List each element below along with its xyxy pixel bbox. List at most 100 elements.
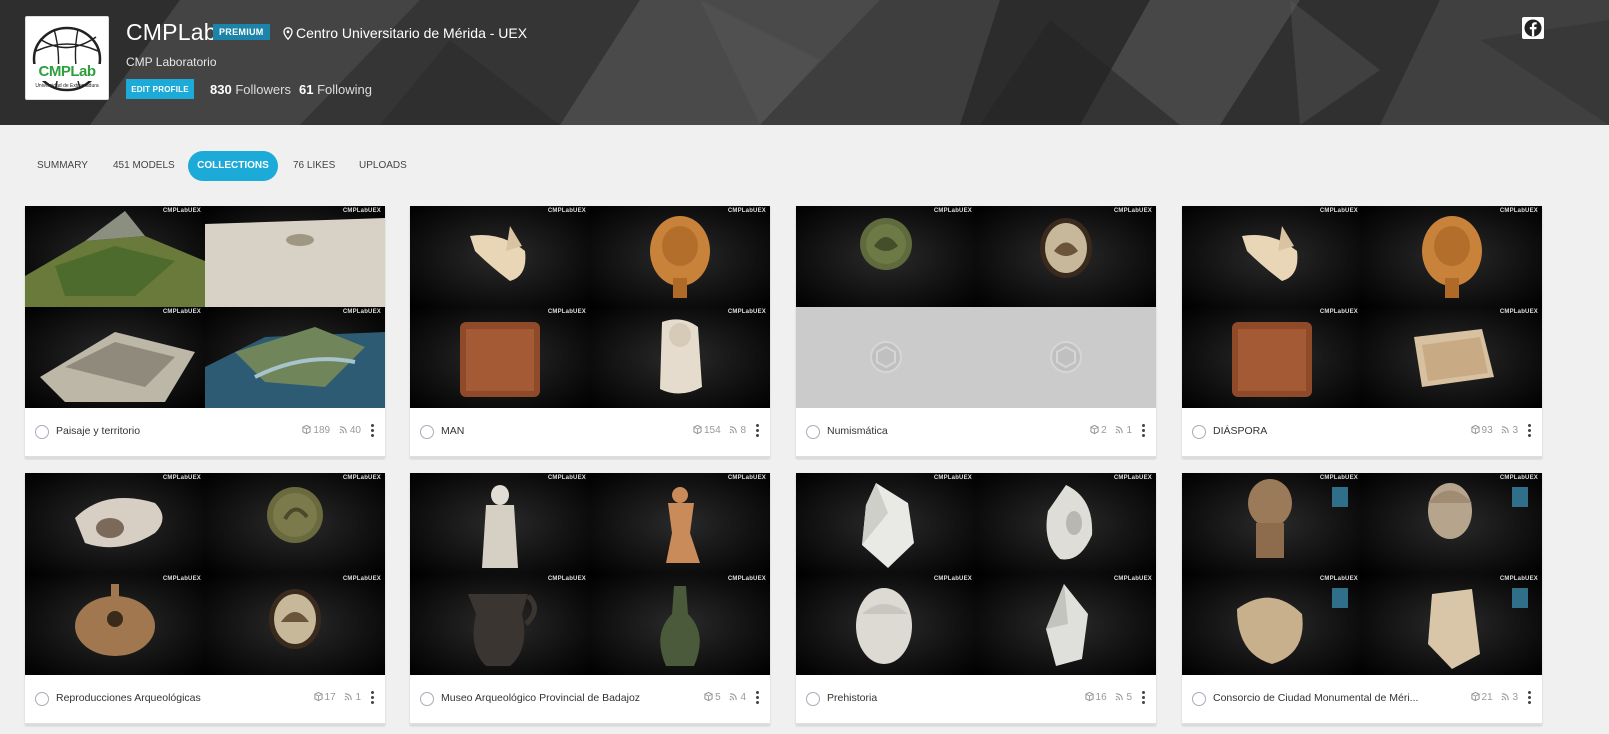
collection-card[interactable]: CMPLabUEX CMPLabUEX CMPLabUEX CMPLabUEX …	[410, 206, 770, 458]
model-thumbnail[interactable]: CMPLabUEX	[1182, 574, 1362, 675]
collection-thumbnails[interactable]: CMPLabUEX CMPLabUEX CMPLabUEX CMPLabUEX	[410, 206, 770, 408]
model-thumbnail[interactable]: CMPLabUEX	[1362, 473, 1542, 574]
tab-uploads[interactable]: UPLOADS	[359, 151, 407, 181]
model-thumbnail[interactable]: CMPLabUEX	[1182, 473, 1362, 574]
watermark-text: CMPLabUEX	[933, 208, 972, 214]
model-thumbnail[interactable]: CMPLabUEX	[590, 307, 770, 408]
collection-name[interactable]: Reproducciones Arqueológicas	[56, 692, 201, 704]
more-options-icon[interactable]	[754, 689, 760, 707]
collection-thumbnails[interactable]: CMPLabUEX CMPLabUEX CMPLabUEX CMPLabUEX	[410, 473, 770, 675]
model-thumbnail[interactable]: CMPLabUEX	[205, 206, 385, 307]
rss-icon	[729, 692, 740, 703]
model-thumbnail[interactable]: CMPLabUEX	[796, 473, 976, 574]
cube-icon	[1084, 692, 1096, 703]
watermark-text: CMPLabUEX	[342, 309, 381, 315]
collection-thumbnails[interactable]: CMPLabUEX CMPLabUEX	[796, 206, 1156, 408]
collection-thumbnails[interactable]: CMPLabUEX CMPLabUEX CMPLabUEX CMPLabUEX	[1182, 206, 1542, 408]
watermark-text: CMPLabUEX	[1113, 475, 1152, 481]
model-thumbnail[interactable]: CMPLabUEX	[1182, 206, 1362, 307]
more-options-icon[interactable]	[369, 422, 375, 440]
model-thumbnail[interactable]: CMPLabUEX	[590, 574, 770, 675]
model-thumbnail[interactable]: CMPLabUEX	[796, 574, 976, 675]
model-thumbnail[interactable]: CMPLabUEX	[410, 574, 590, 675]
collection-name[interactable]: MAN	[441, 425, 464, 437]
model-thumbnail[interactable]: CMPLabUEX	[25, 206, 205, 307]
collection-stats: 21 3	[1470, 692, 1518, 703]
model-thumbnail[interactable]: CMPLabUEX	[1362, 206, 1542, 307]
model-thumbnail[interactable]: CMPLabUEX	[796, 206, 976, 307]
model-thumbnail[interactable]: CMPLabUEX	[205, 473, 385, 574]
collection-card[interactable]: CMPLabUEX CMPLabUEX CMPLabUEX CMPLabUEX …	[796, 473, 1156, 725]
model-thumbnail[interactable]: CMPLabUEX	[976, 574, 1156, 675]
edit-profile-button[interactable]: EDIT PROFILE	[126, 79, 194, 99]
user-avatar-icon[interactable]	[806, 425, 820, 439]
collection-footer: Paisaje y territorio 189 40	[25, 408, 385, 454]
watermark-text: CMPLabUEX	[1319, 208, 1358, 214]
collection-name[interactable]: Paisaje y territorio	[56, 425, 140, 437]
model-thumbnail[interactable]: CMPLabUEX	[590, 206, 770, 307]
collection-thumbnails[interactable]: CMPLabUEX CMPLabUEX CMPLabUEX CMPLabUEX	[796, 473, 1156, 675]
more-options-icon[interactable]	[1140, 422, 1146, 440]
collection-footer: Reproducciones Arqueológicas 17 1	[25, 675, 385, 721]
model-thumbnail[interactable]: CMPLabUEX	[25, 574, 205, 675]
followers-link[interactable]: 830 Followers	[210, 82, 291, 97]
model-thumbnail[interactable]: CMPLabUEX	[205, 307, 385, 408]
user-avatar-icon[interactable]	[1192, 692, 1206, 706]
models-count: 5	[704, 692, 721, 703]
model-thumbnail[interactable]: CMPLabUEX	[410, 307, 590, 408]
user-avatar-icon[interactable]	[420, 692, 434, 706]
more-options-icon[interactable]	[1526, 422, 1532, 440]
user-avatar-icon[interactable]	[35, 425, 49, 439]
profile-avatar[interactable]: CMPLab Universidad de Extremadura	[25, 16, 109, 100]
collection-name[interactable]: Prehistoria	[827, 692, 877, 704]
watermark-text: CMPLabUEX	[162, 475, 201, 481]
model-thumbnail[interactable]: CMPLabUEX	[1362, 574, 1542, 675]
user-avatar-icon[interactable]	[1192, 425, 1206, 439]
following-link[interactable]: 61 Following	[299, 82, 372, 97]
model-thumbnail[interactable]: CMPLabUEX	[1182, 307, 1362, 408]
collection-name[interactable]: Museo Arqueológico Provincial de Badajoz	[441, 692, 640, 704]
username[interactable]: CMPLab	[126, 19, 217, 46]
collection-name[interactable]: Numismática	[827, 425, 888, 437]
collection-card[interactable]: CMPLabUEX CMPLabUEX CMPLabUEX CMPLabUEX …	[1182, 206, 1542, 458]
collection-stats: 17 1	[313, 692, 361, 703]
model-thumbnail[interactable]: CMPLabUEX	[976, 473, 1156, 574]
tab-summary[interactable]: SUMMARY	[37, 151, 88, 181]
model-thumbnail[interactable]: CMPLabUEX	[25, 473, 205, 574]
facebook-icon[interactable]	[1522, 17, 1544, 39]
user-avatar-icon[interactable]	[35, 692, 49, 706]
cube-icon	[302, 425, 313, 436]
model-thumbnail[interactable]: CMPLabUEX	[1362, 307, 1542, 408]
more-options-icon[interactable]	[369, 689, 375, 707]
collection-card[interactable]: CMPLabUEX CMPLabUEX CMPLabUEX CMPLabUEX …	[25, 473, 385, 725]
model-thumbnail[interactable]: CMPLabUEX	[25, 307, 205, 408]
model-thumbnail[interactable]: CMPLabUEX	[976, 206, 1156, 307]
empty-thumbnail	[976, 307, 1156, 408]
model-thumbnail[interactable]: CMPLabUEX	[590, 473, 770, 574]
collection-card[interactable]: CMPLabUEX CMPLabUEX CMPLabUEX CMPLabUEX …	[1182, 473, 1542, 725]
tab-likes[interactable]: 76 LIKES	[293, 151, 335, 181]
user-avatar-icon[interactable]	[806, 692, 820, 706]
user-avatar-icon[interactable]	[420, 425, 434, 439]
collection-card[interactable]: CMPLabUEX CMPLabUEX CMPLabUEX CMPLabUEX …	[410, 473, 770, 725]
collection-stats: 2 1	[1090, 425, 1132, 436]
collection-card[interactable]: CMPLabUEX CMPLabUEX CMPLabUEX CMPLabUEX …	[25, 206, 385, 458]
model-thumbnail[interactable]: CMPLabUEX	[410, 473, 590, 574]
more-options-icon[interactable]	[754, 422, 760, 440]
collection-name[interactable]: Consorcio de Ciudad Monumental de Méri..…	[1213, 692, 1418, 704]
cube-icon	[1090, 425, 1101, 436]
collection-name[interactable]: DIÁSPORA	[1213, 425, 1267, 437]
collection-thumbnails[interactable]: CMPLabUEX CMPLabUEX CMPLabUEX CMPLabUEX	[1182, 473, 1542, 675]
collection-thumbnails[interactable]: CMPLabUEX CMPLabUEX CMPLabUEX CMPLabUEX	[25, 206, 385, 408]
model-thumbnail[interactable]: CMPLabUEX	[205, 574, 385, 675]
collection-stats: 5 4	[704, 692, 746, 703]
cube-icon	[313, 692, 325, 703]
more-options-icon[interactable]	[1140, 689, 1146, 707]
collection-card[interactable]: CMPLabUEX CMPLabUEX Numismática 2 1	[796, 206, 1156, 458]
more-options-icon[interactable]	[1526, 689, 1532, 707]
model-thumbnail[interactable]: CMPLabUEX	[410, 206, 590, 307]
collection-thumbnails[interactable]: CMPLabUEX CMPLabUEX CMPLabUEX CMPLabUEX	[25, 473, 385, 675]
tab-collections[interactable]: COLLECTIONS	[188, 151, 278, 181]
tab-models[interactable]: 451 MODELS	[113, 151, 175, 181]
models-count: 154	[693, 425, 721, 436]
